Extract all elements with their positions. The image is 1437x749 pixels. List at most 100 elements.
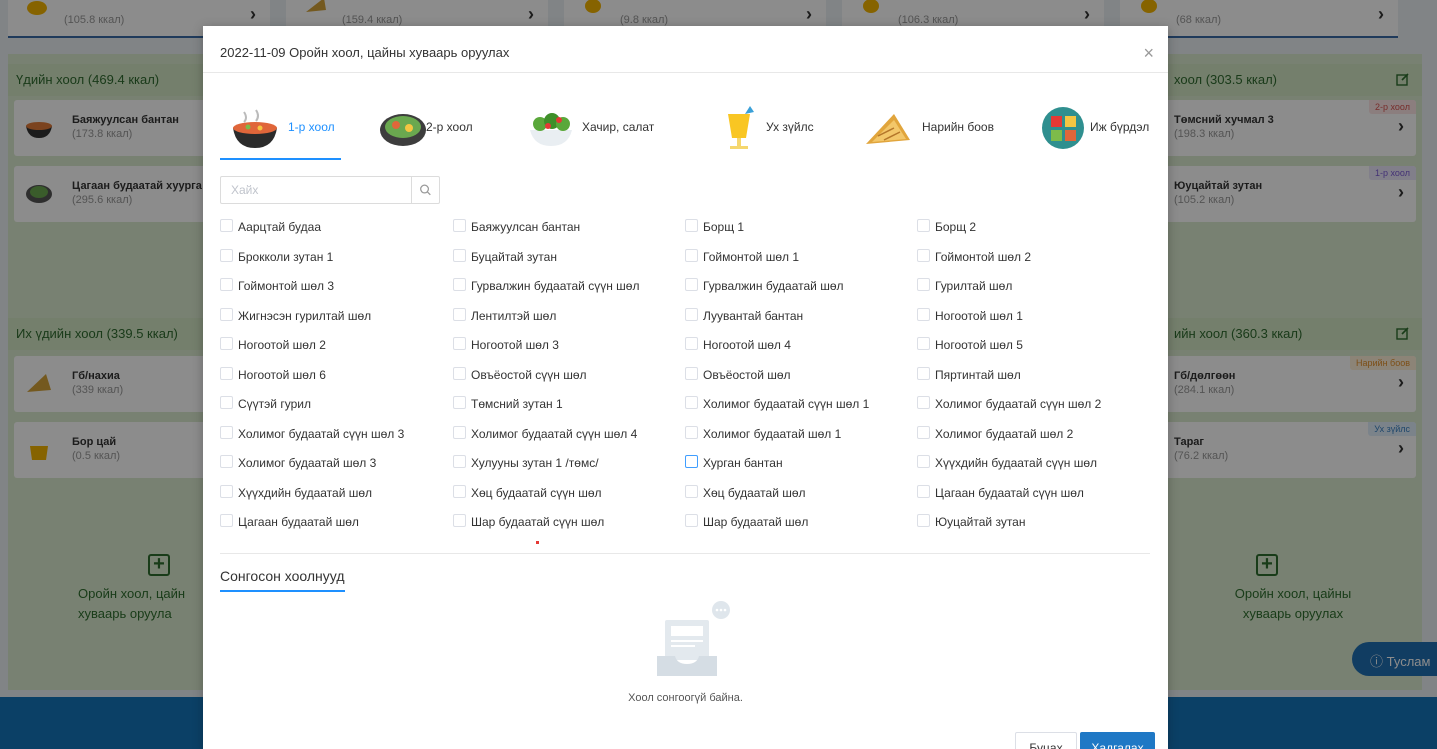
food-label: Цагаан будаатай шөл	[238, 515, 359, 529]
tab-pastry[interactable]: Нарийн боов	[854, 92, 1004, 158]
checkbox-square[interactable]	[220, 308, 233, 321]
food-label: Хурган бантан	[703, 456, 783, 470]
tab-label: 2-р хоол	[426, 120, 473, 134]
food-label: Шар будаатай шөл	[703, 515, 809, 529]
food-label: Ногоотой шөл 3	[471, 338, 559, 352]
checkbox-square[interactable]	[917, 219, 930, 232]
checkbox-square[interactable]	[453, 337, 466, 350]
checkbox-square[interactable]	[453, 514, 466, 527]
search-icon[interactable]	[411, 177, 439, 203]
checkbox-square[interactable]	[220, 455, 233, 468]
food-label: Хүүхдийн будаатай шөл	[238, 486, 373, 500]
food-label: Хөц будаатай шөл	[703, 486, 806, 500]
checkbox-square[interactable]	[685, 249, 698, 262]
food-label: Лентилтэй шөл	[471, 309, 557, 323]
food-label: Аарцтай будаа	[238, 220, 321, 234]
food-label: Юуцайтай зутан	[935, 515, 1026, 529]
food-label: Гурвалжин будаатай шөл	[703, 279, 844, 293]
checkbox-square[interactable]	[220, 367, 233, 380]
checkbox-square[interactable]	[453, 278, 466, 291]
food-label: Ногоотой шөл 6	[238, 368, 326, 382]
food-search	[220, 176, 440, 204]
food-label: Сүүтэй гурил	[238, 397, 311, 411]
save-button[interactable]: Хадгалах	[1080, 732, 1155, 749]
checkbox-square[interactable]	[220, 514, 233, 527]
food-label: Ногоотой шөл 2	[238, 338, 326, 352]
checkbox-square[interactable]	[917, 308, 930, 321]
main-dish-icon	[380, 114, 426, 146]
food-label: Холимог будаатай шөл 1	[703, 427, 842, 441]
checkbox-square[interactable]	[917, 278, 930, 291]
checkbox-square[interactable]	[220, 278, 233, 291]
checkbox-square[interactable]	[220, 337, 233, 350]
tab-label: 1-р хоол	[288, 120, 335, 134]
food-label: Ногоотой шөл 5	[935, 338, 1023, 352]
checkbox-square[interactable]	[917, 514, 930, 527]
food-label: Хулууны зутан 1 /төмс/	[471, 456, 599, 470]
checkbox-square[interactable]	[685, 337, 698, 350]
food-label: Холимог будаатай сүүн шөл 2	[935, 397, 1102, 411]
checkbox-square[interactable]	[685, 219, 698, 232]
checkbox-square[interactable]	[453, 249, 466, 262]
search-input[interactable]	[221, 177, 411, 203]
tab-second-course[interactable]: 2-р хоол	[368, 92, 488, 158]
food-label: Брокколи зутан 1	[238, 250, 334, 264]
food-label: Гоймонтой шөл 2	[935, 250, 1032, 264]
tab-label: Хачир, салат	[582, 120, 655, 134]
checkbox-square[interactable]	[685, 308, 698, 321]
checkbox-square[interactable]	[685, 396, 698, 409]
empty-message: Хоол сонгоогүй байна.	[628, 692, 743, 704]
checkbox-square[interactable]	[917, 426, 930, 439]
checkbox-square[interactable]	[917, 485, 930, 498]
close-icon[interactable]: ×	[1143, 43, 1154, 64]
checkbox-square[interactable]	[685, 367, 698, 380]
checkbox-square[interactable]	[685, 514, 698, 527]
checkbox-square[interactable]	[453, 485, 466, 498]
food-label: Цагаан будаатай сүүн шөл	[935, 486, 1084, 500]
checkbox-square[interactable]	[685, 278, 698, 291]
header-divider	[203, 72, 1168, 73]
food-label: Борщ 1	[703, 220, 745, 234]
food-label: Ногоотой шөл 1	[935, 309, 1023, 323]
food-label: Хөц будаатай сүүн шөл	[471, 486, 602, 500]
combo-set-icon	[1042, 107, 1084, 149]
food-label: Жигнэсэн гурилтай шөл	[238, 309, 372, 323]
tab-drinks[interactable]: Ух зүйлс	[704, 92, 834, 158]
checkbox-square[interactable]	[453, 426, 466, 439]
tab-combo-set[interactable]: Иж бүрдэл	[1028, 92, 1158, 158]
checkbox-square[interactable]	[917, 396, 930, 409]
checkbox-square[interactable]	[453, 455, 466, 468]
checkbox-square[interactable]	[453, 219, 466, 232]
food-label: Холимог будаатай сүүн шөл 1	[703, 397, 870, 411]
food-label: Холимог будаатай сүүн шөл 3	[238, 427, 405, 441]
food-label: Буцайтай зутан	[471, 250, 557, 264]
checkbox-square[interactable]	[453, 308, 466, 321]
tab-label: Иж бүрдэл	[1090, 120, 1150, 134]
food-label: Төмсний зутан 1	[471, 397, 563, 411]
checkbox-square[interactable]	[917, 249, 930, 262]
drink-icon	[728, 106, 754, 149]
checkbox-square[interactable]	[685, 485, 698, 498]
checkbox-square[interactable]	[685, 455, 698, 468]
checkbox-square[interactable]	[685, 426, 698, 439]
checkbox-square[interactable]	[220, 485, 233, 498]
soup-bowl-icon	[233, 109, 277, 148]
add-meal-modal: 2022-11-09 Оройн хоол, цайны хуваарь ору…	[203, 26, 1168, 749]
cancel-button[interactable]: Буцах	[1015, 732, 1077, 749]
checkbox-square[interactable]	[220, 249, 233, 262]
food-label: Шар будаатай сүүн шөл	[471, 515, 605, 529]
tab-salad[interactable]: Хачир, салат	[516, 92, 666, 158]
checkbox-square[interactable]	[453, 396, 466, 409]
modal-title: 2022-11-09 Оройн хоол, цайны хуваарь ору…	[220, 45, 510, 60]
checkbox-square[interactable]	[917, 455, 930, 468]
tab-first-course[interactable]: 1-р хоол	[220, 92, 341, 158]
checkbox-square[interactable]	[917, 337, 930, 350]
food-label: Холимог будаатай шөл 2	[935, 427, 1074, 441]
checkbox-square[interactable]	[220, 219, 233, 232]
checkbox-square[interactable]	[220, 396, 233, 409]
checkbox-square[interactable]	[453, 367, 466, 380]
checkbox-square[interactable]	[220, 426, 233, 439]
checkbox-square[interactable]	[917, 367, 930, 380]
food-label: Борщ 2	[935, 220, 977, 234]
food-label: Овъёостой шөл	[703, 368, 791, 382]
